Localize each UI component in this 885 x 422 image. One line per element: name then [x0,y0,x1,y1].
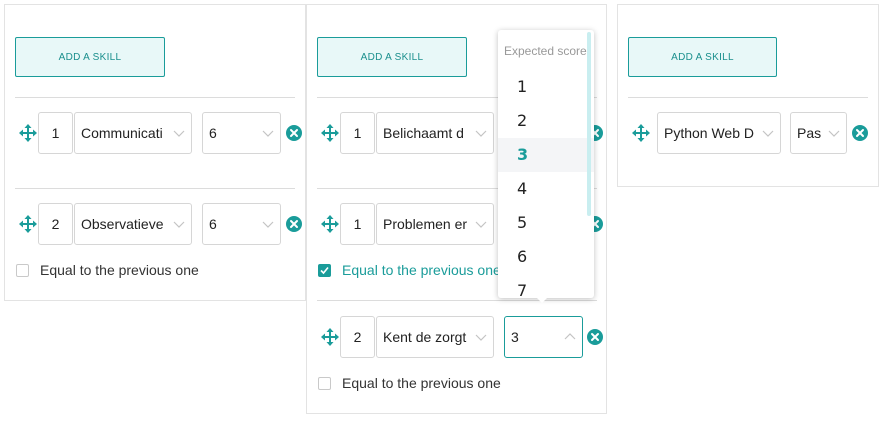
order-input[interactable]: 1 [38,112,73,154]
chevron-down-icon [474,217,488,231]
skill-select-value: Kent de zorgt [383,329,467,345]
equal-previous-checkbox-row[interactable]: Equal to the previous one [318,375,501,391]
equal-previous-label: Equal to the previous one [342,262,501,278]
move-arrows-icon[interactable] [632,124,650,142]
order-input[interactable]: 1 [340,112,375,154]
skill-select-value: Communicati [81,125,163,141]
remove-circle-icon[interactable] [286,216,302,232]
skill-select[interactable]: Kent de zorgt [376,316,494,358]
skill-select[interactable]: Belichaamt d [376,112,494,154]
chevron-down-icon [261,126,275,140]
dropdown-scrollbar[interactable] [587,32,591,216]
skill-select-value: Belichaamt d [383,125,464,141]
chevron-down-icon [474,126,488,140]
chevron-up-icon [563,330,577,344]
divider [628,97,868,98]
dropdown-option[interactable]: 2 [498,104,594,138]
add-skill-button[interactable]: ADD A SKILL [15,37,165,77]
order-input[interactable]: 1 [340,203,375,245]
equal-previous-checkbox[interactable] [318,376,331,390]
dropdown-caret [536,297,548,303]
chevron-down-icon [761,126,775,140]
dropdown-option-selected[interactable]: 3 [498,138,594,172]
skill-row: Python Web D Pas [618,112,880,154]
skill-select[interactable]: Communicati [74,112,192,154]
remove-circle-icon[interactable] [852,125,868,141]
skill-panel-1: ADD A SKILL 1 Communicati 6 2 Observatie… [4,4,306,301]
skill-row: 1 Communicati 6 [5,112,307,154]
divider [15,97,295,98]
equal-previous-checkbox-row[interactable]: Equal to the previous one [318,262,501,278]
chevron-down-icon [474,330,488,344]
equal-previous-checkbox-row[interactable]: Equal to the previous one [16,262,199,278]
chevron-down-icon [261,217,275,231]
divider [317,300,597,301]
skill-select-value: Problemen er [383,216,467,232]
divider [15,188,295,189]
equal-previous-checkbox[interactable] [318,263,331,277]
skill-panel-3: ADD A SKILL Python Web D Pas [617,4,879,187]
order-input[interactable]: 2 [38,203,73,245]
remove-circle-icon[interactable] [587,329,603,345]
add-skill-button[interactable]: ADD A SKILL [628,37,777,77]
move-arrows-icon[interactable] [19,124,37,142]
score-select-value: 3 [511,329,519,345]
equal-previous-checkbox[interactable] [16,263,29,277]
skill-select[interactable]: Observatieve [74,203,192,245]
skill-select-value: Python Web D [664,125,755,141]
chevron-down-icon [827,126,841,140]
skill-row: 2 Kent de zorgt 3 [307,316,608,358]
skill-row: 2 Observatieve 6 [5,203,307,245]
move-arrows-icon[interactable] [321,328,339,346]
score-select-value: 6 [209,125,217,141]
skill-select[interactable]: Problemen er [376,203,494,245]
score-select[interactable]: 6 [202,203,281,245]
checkmark-icon [320,266,329,274]
dropdown-option[interactable]: 4 [498,172,594,206]
chevron-down-icon [172,217,186,231]
order-input[interactable]: 2 [340,316,375,358]
expected-score-dropdown[interactable]: Expected score 1 2 3 4 5 6 7 [498,30,594,298]
move-arrows-icon[interactable] [321,124,339,142]
add-skill-button[interactable]: ADD A SKILL [317,37,467,77]
dropdown-header: Expected score [504,44,587,58]
score-select[interactable]: 3 [504,316,583,358]
dropdown-option[interactable]: 6 [498,240,594,274]
dropdown-option[interactable]: 1 [498,70,594,104]
chevron-down-icon [172,126,186,140]
skill-select-value: Observatieve [81,216,164,232]
score-select-value: Pas [797,125,822,141]
move-arrows-icon[interactable] [321,215,339,233]
equal-previous-label: Equal to the previous one [40,262,199,278]
dropdown-option[interactable]: 5 [498,206,594,240]
equal-previous-label: Equal to the previous one [342,375,501,391]
dropdown-option[interactable]: 7 [498,274,594,298]
remove-circle-icon[interactable] [286,125,302,141]
move-arrows-icon[interactable] [19,215,37,233]
score-select-value: 6 [209,216,217,232]
score-select[interactable]: 6 [202,112,281,154]
skill-select[interactable]: Python Web D [657,112,781,154]
score-select[interactable]: Pas [790,112,847,154]
